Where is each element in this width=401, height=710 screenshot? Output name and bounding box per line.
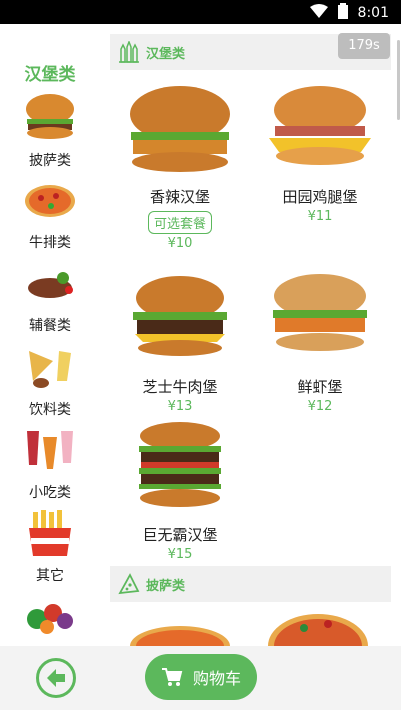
shopping-cart-icon: [161, 668, 183, 686]
sidebar-item-burger[interactable]: 汉堡类: [0, 60, 100, 145]
drink-icon: [27, 431, 73, 469]
sidebar-item-steak[interactable]: 牛排类: [0, 232, 100, 312]
steak-icon: [28, 272, 73, 298]
section-title: 汉堡类: [146, 46, 186, 62]
combo-option-badge[interactable]: 可选套餐: [147, 211, 212, 234]
product-price: ¥12: [307, 399, 333, 414]
sidebar-item-drinks[interactable]: 饮料类: [0, 399, 100, 479]
burger-image: [269, 86, 371, 165]
product-name: 田园鸡腿堡: [282, 188, 358, 206]
sidebar-item-label: 汉堡类: [24, 65, 76, 85]
status-bar: 8:01: [0, 0, 401, 24]
sidebar-item-pizza[interactable]: 披萨类: [0, 150, 100, 230]
sidebar-item-label: 其它: [36, 568, 64, 584]
cart-button[interactable]: 购物车: [145, 654, 257, 700]
sidebar-item-other[interactable]: 其它: [0, 565, 100, 645]
bottles-icon: [119, 41, 139, 63]
arrow-left-icon: [47, 669, 65, 687]
burger-image: [139, 422, 221, 507]
section-title: 披萨类: [146, 578, 186, 594]
sidebar-item-label: 牛排类: [29, 235, 71, 251]
product-item[interactable]: 香辣汉堡 可选套餐 ¥10: [110, 82, 250, 251]
back-button[interactable]: [36, 658, 76, 698]
burger-icon: [26, 94, 74, 139]
product-price: ¥11: [307, 209, 333, 224]
sidebar-item-label: 披萨类: [29, 153, 71, 169]
product-item[interactable]: 鲜虾堡 ¥12: [250, 272, 390, 414]
burger-image: [133, 276, 227, 356]
wifi-icon: [309, 4, 328, 22]
vegetables-icon: [27, 604, 73, 634]
pizza-image: [268, 614, 368, 646]
bottom-bar: 购物车: [0, 646, 401, 710]
product-name: 鲜虾堡: [297, 378, 343, 396]
burger-image: [130, 86, 230, 172]
cart-button-label: 购物车: [192, 669, 241, 688]
status-time: 8:01: [357, 5, 389, 21]
sidebar-item-label: 饮料类: [29, 402, 71, 418]
product-price: ¥13: [167, 399, 193, 414]
product-name: 芝士牛肉堡: [142, 378, 218, 396]
product-price: ¥10: [167, 236, 193, 251]
fries-icon: [29, 510, 71, 556]
sidebar-item-snacks[interactable]: 小吃类: [0, 482, 100, 562]
product-item[interactable]: 芝士牛肉堡 ¥13: [110, 272, 250, 414]
product-name: 香辣汉堡: [149, 188, 210, 206]
product-name: 巨无霸汉堡: [142, 526, 218, 544]
scrollbar[interactable]: [397, 40, 400, 120]
battery-icon: [337, 3, 348, 23]
category-sidebar: 汉堡类 披萨类 牛排类 辅餐类 饮料类 小吃类 其它: [0, 24, 100, 646]
sidebar-item-label: 辅餐类: [29, 318, 71, 334]
burger-image: [273, 274, 367, 351]
pizza-icon: [25, 185, 75, 217]
countdown-timer: 179s: [338, 33, 390, 59]
sidebar-item-label: 小吃类: [29, 485, 71, 501]
product-price: ¥15: [167, 547, 193, 562]
section-header-pizza: 披萨类: [110, 566, 391, 602]
pizza-slice-icon: [118, 573, 140, 595]
pizza-image: [130, 626, 230, 646]
side-dish-icon: [29, 351, 71, 388]
sidebar-item-sides[interactable]: 辅餐类: [0, 315, 100, 395]
product-item[interactable]: 巨无霸汉堡 ¥15: [110, 420, 250, 562]
product-item[interactable]: 田园鸡腿堡 ¥11: [250, 82, 390, 224]
